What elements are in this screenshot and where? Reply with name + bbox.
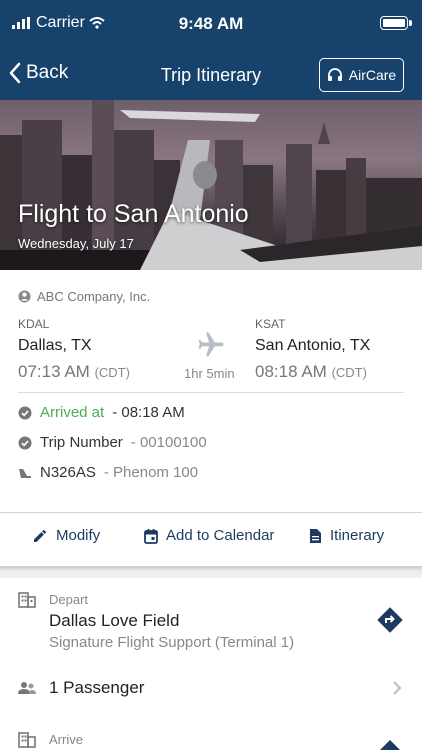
modify-label: Modify [56, 527, 101, 544]
add-to-calendar-button[interactable]: Add to Calendar [144, 527, 274, 544]
nav-bar: Back Trip Itinerary AirCare [0, 50, 422, 100]
arrived-time: - 08:18 AM [112, 404, 185, 421]
destination-code: KSAT [255, 317, 286, 331]
itinerary-label: Itinerary [330, 527, 385, 544]
aircare-button[interactable]: AirCare [319, 58, 404, 92]
document-icon [310, 528, 321, 543]
back-label: Back [26, 62, 69, 83]
origin-code: KDAL [18, 317, 50, 331]
trip-number-label: Trip Number [40, 434, 123, 451]
origin-city: Dallas, TX [18, 337, 92, 354]
calendar-icon [144, 528, 158, 544]
check-circle-icon [18, 406, 32, 419]
tail-number: N326AS [40, 464, 96, 481]
arrived-label: Arrived at [40, 404, 105, 421]
flight-duration: 1hr 5min [184, 366, 235, 381]
depart-label: Depart [49, 592, 89, 607]
hero-title: Flight to San Antonio [18, 200, 249, 228]
status-bar: Carrier 9:48 AM [0, 0, 422, 50]
destination-time: 08:18 AM [255, 362, 327, 381]
trip-number-row: Trip Number - 00100100 [18, 434, 207, 451]
person-icon [18, 290, 31, 303]
destination-time-group: 08:18 AM (CDT) [255, 362, 367, 382]
airplane-icon [198, 332, 224, 357]
depart-fbo: Signature Flight Support (Terminal 1) [49, 634, 295, 651]
chevron-right-icon [393, 681, 402, 695]
aircraft-row: N326AS - Phenom 100 [18, 464, 198, 481]
passenger-row[interactable]: 1 Passenger [0, 670, 422, 708]
directions-icon[interactable] [379, 740, 401, 750]
hero-date: Wednesday, July 17 [18, 236, 134, 251]
pencil-icon [34, 529, 47, 542]
add-to-calendar-label: Add to Calendar [166, 527, 275, 544]
check-circle-icon [18, 436, 32, 449]
origin-timezone: (CDT) [94, 365, 130, 380]
hero-image: Flight to San Antonio Wednesday, July 17 [0, 100, 422, 270]
origin-time-group: 07:13 AM (CDT) [18, 362, 130, 382]
aircraft-type: - Phenom 100 [103, 464, 199, 481]
itinerary-button[interactable]: Itinerary [309, 527, 384, 544]
summary-divider [18, 392, 404, 393]
company-name: ABC Company, Inc. [37, 289, 151, 304]
back-button[interactable]: Back [8, 61, 68, 85]
modify-button[interactable]: Modify [32, 527, 100, 544]
arrival-status-row: Arrived at - 08:18 AM [18, 404, 185, 421]
status-time: 9:48 AM [178, 14, 244, 33]
directions-icon[interactable] [377, 607, 403, 633]
depart-airport: Dallas Love Field [49, 611, 180, 630]
actions-separator [0, 512, 422, 513]
battery-icon [380, 16, 408, 30]
people-icon [18, 682, 36, 694]
destination-timezone: (CDT) [331, 365, 367, 380]
company-row: ABC Company, Inc. [18, 289, 150, 304]
battery-tip [409, 20, 412, 26]
destination-city: San Antonio, TX [255, 337, 371, 354]
building-icon [18, 732, 36, 748]
chevron-left-icon [9, 62, 21, 84]
passenger-count: 1 Passenger [49, 678, 145, 697]
building-icon [18, 592, 36, 608]
headset-icon [327, 68, 342, 81]
arrive-label: Arrive [49, 732, 83, 747]
section-separator [0, 566, 422, 578]
trip-number-value: - 00100100 [130, 434, 207, 451]
aircare-label: AirCare [348, 67, 397, 83]
tail-fin-icon [19, 468, 31, 478]
origin-time: 07:13 AM [18, 362, 90, 381]
